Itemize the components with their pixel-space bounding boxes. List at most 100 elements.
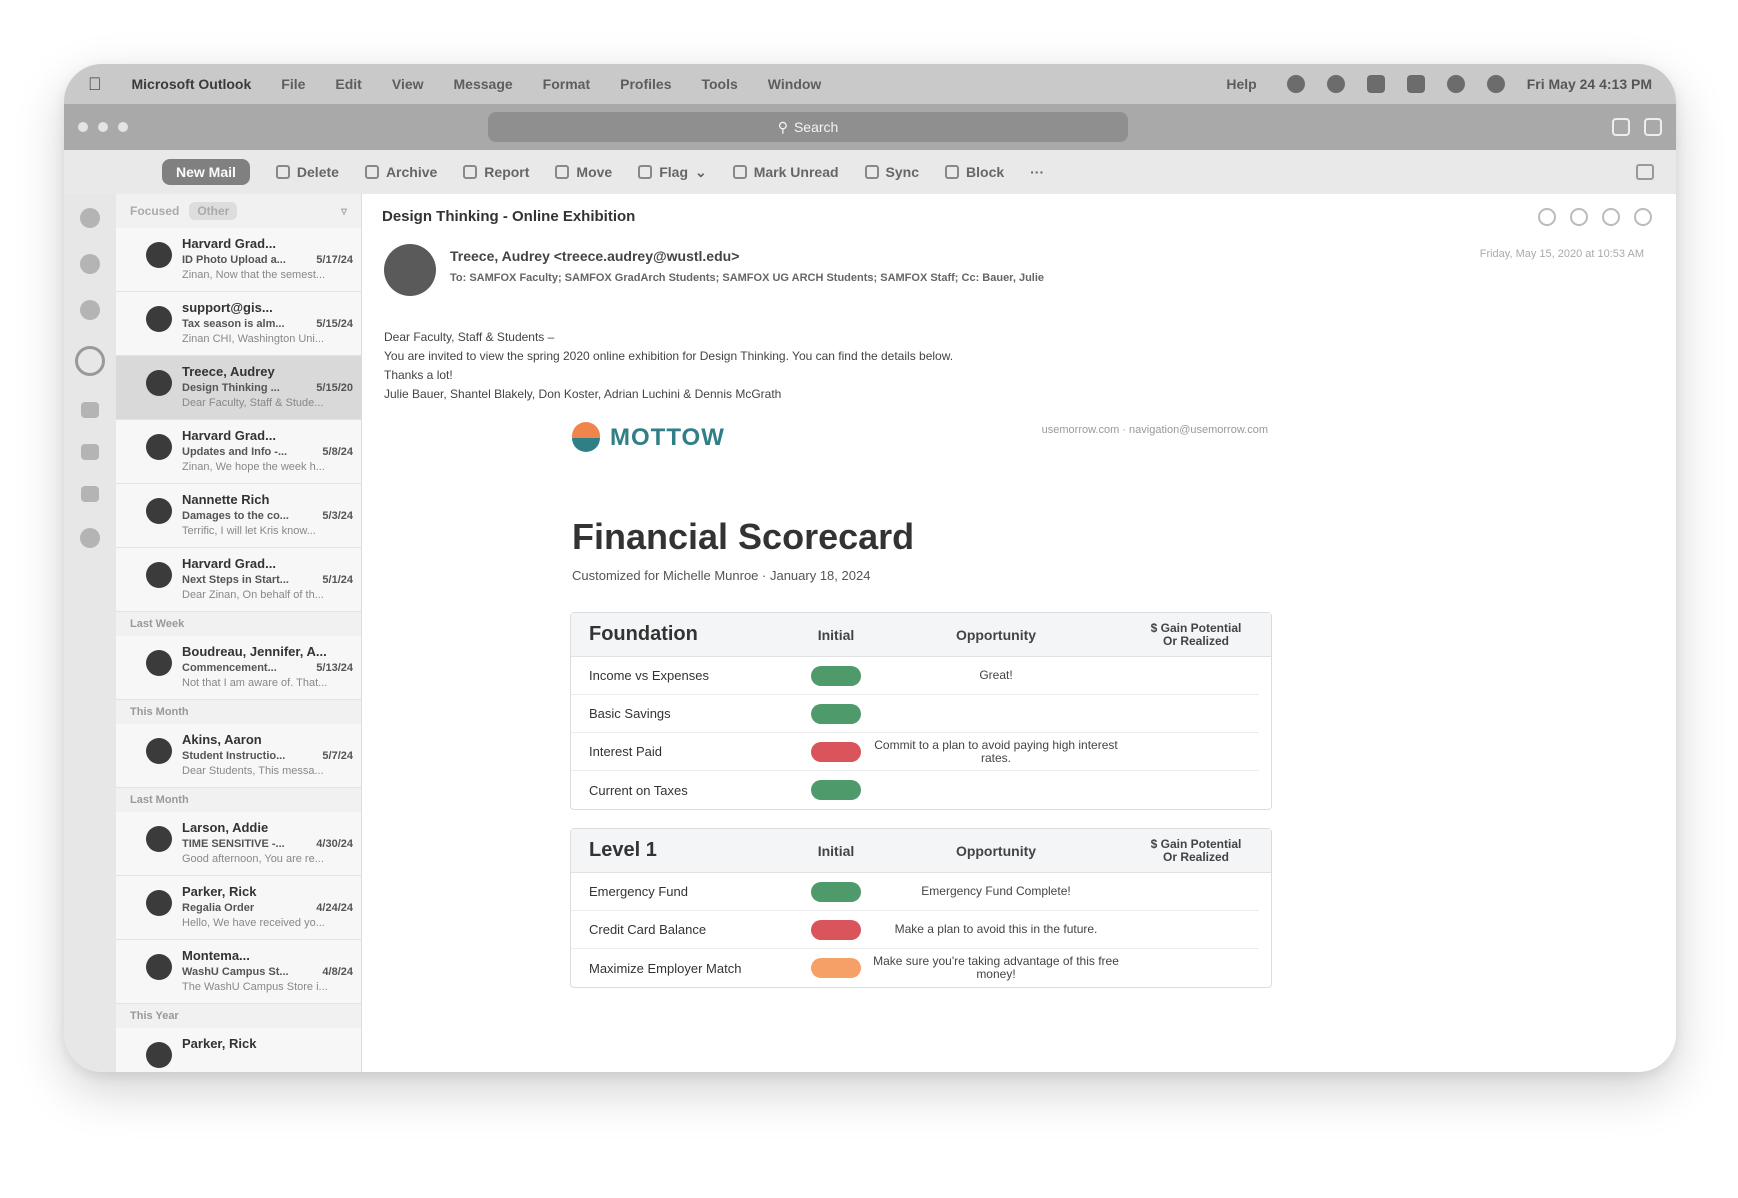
more-icon[interactable] [80,528,100,548]
mail-subject: Regalia Order [182,902,255,914]
status-app-icon[interactable] [1286,75,1305,93]
menu-help[interactable]: Help [1226,76,1256,92]
mail-sender: Boudreau, Jennifer, A... [182,644,327,659]
nav-rail [64,194,116,1072]
apple-icon[interactable]:  [88,74,102,95]
menu-profiles[interactable]: Profiles [620,76,671,92]
close-window-button[interactable] [78,122,88,132]
avatar [146,954,172,980]
calendar-icon[interactable] [81,444,99,460]
mail-date: 5/15/24 [316,318,353,330]
list-item[interactable]: Montema... WashU Campus St... 4/8/24 The … [116,940,361,1004]
sender-avatar[interactable] [384,244,436,296]
menu-file[interactable]: File [281,76,305,92]
row-name: Emergency Fund [589,884,688,899]
search-bar[interactable]: ⚲ Search [488,112,1128,142]
filter-icon[interactable]: ▿ [341,204,347,218]
column-opportunity: Opportunity [955,842,1037,859]
flag-label: Flag [659,164,688,180]
list-item[interactable]: Parker, Rick Regalia Order 4/24/24 Hello,… [116,876,361,940]
list-item[interactable]: Boudreau, Jennifer, A... Commencement...… [116,636,361,700]
mail-sender: Harvard Grad... [182,428,276,443]
email-subject: Design Thinking - Online Exhibition [382,208,636,225]
row-name: Credit Card Balance [589,922,707,937]
list-item[interactable]: Harvard Grad... Updates and Info -... 5/8… [116,420,361,484]
mark-unread-button[interactable]: Mark Unread [732,164,839,180]
reply-icon[interactable] [1570,208,1588,226]
emoji-icon[interactable] [1538,208,1556,226]
search-icon[interactable] [1486,75,1505,93]
sync-button[interactable]: Sync [864,164,919,180]
report-label: Report [484,164,530,180]
section-header: Level 1 Initial Opportunity $ Gain Poten… [571,829,1271,873]
tab-other[interactable]: Other [189,202,238,220]
mail-date: 5/7/24 [322,750,353,762]
section-title: Level 1 [589,839,657,861]
list-item[interactable]: Harvard Grad... Next Steps in Start... 5/… [116,548,361,612]
list-item[interactable]: support@gis... Tax season is alm... 5/15/… [116,292,361,356]
list-item-selected[interactable]: Treece, Audrey Design Thinking ... 5/15/2… [116,356,361,420]
move-button[interactable]: Move [555,164,612,180]
column-gain-line: Or Realized [1162,849,1230,864]
mail-sender: Harvard Grad... [182,236,276,251]
contacts-icon[interactable] [81,486,99,502]
mail-date: 5/17/24 [316,254,353,266]
battery-icon[interactable] [1406,75,1425,93]
mail-subject: Student Instructio... [182,750,286,762]
forward-icon[interactable] [1634,208,1652,226]
avatar [146,498,172,524]
archive-button[interactable]: Archive [364,164,437,180]
group-label-this-month: This Month [130,706,189,718]
mail-sender: support@gis... [182,300,273,315]
list-item[interactable]: Nannette Rich Damages to the co... 5/3/24… [116,484,361,548]
mail-preview: Hello, We have received yo... [182,917,325,929]
popout-icon[interactable] [1612,118,1630,136]
wifi-icon[interactable] [1446,75,1465,93]
menu-app-name[interactable]: Microsoft Outlook [132,76,252,92]
inbox-icon[interactable] [81,402,99,418]
menu-format[interactable]: Format [543,76,590,92]
report-button[interactable]: Report [463,164,529,180]
menu-message[interactable]: Message [454,76,513,92]
email-body-line: You are invited to view the spring 2020 … [384,349,954,363]
status-app-icon[interactable] [1326,75,1345,93]
reply-all-icon[interactable] [1602,208,1620,226]
mail-icon[interactable] [75,346,105,376]
chevron-down-icon[interactable]: ⌄ [695,164,707,181]
menu-edit[interactable]: Edit [335,76,361,92]
minimize-window-button[interactable] [98,122,108,132]
email-sender[interactable]: Treece, Audrey <treece.audrey@wustl.edu> [450,248,739,264]
home-icon[interactable] [80,254,100,274]
list-item[interactable]: Parker, Rick [116,1028,361,1072]
mail-date: 4/24/24 [316,902,353,914]
delete-button[interactable]: Delete [275,164,339,180]
tab-focused[interactable]: Focused [130,204,179,218]
zoom-window-button[interactable] [118,122,128,132]
more-actions-button[interactable]: ··· [1030,164,1044,180]
menu-window[interactable]: Window [768,76,822,92]
list-item[interactable]: Larson, Addie TIME SENSITIVE -... 4/30/24… [116,812,361,876]
account-avatar-icon[interactable] [80,208,100,228]
flag-button[interactable]: Flag ⌄ [638,164,707,181]
row-name: Basic Savings [589,706,671,721]
email-recipients[interactable]: To: SAMFOX Faculty; SAMFOX GradArch Stud… [450,272,1044,284]
menu-tools[interactable]: Tools [701,76,737,92]
outlook-window:  Microsoft Outlook File Edit View Messa… [64,64,1676,1072]
list-item[interactable]: Harvard Grad... ID Photo Upload a... 5/17… [116,228,361,292]
column-gain: $ Gain Potential Or Realized [1121,837,1271,864]
menubar-clock[interactable]: Fri May 24 4:13 PM [1527,76,1652,92]
status-app-icon[interactable] [1366,75,1385,93]
mail-preview: Dear Zinan, On behalf of th... [182,589,324,601]
block-button[interactable]: Block [945,164,1004,180]
layout-icon[interactable] [1636,164,1654,180]
new-mail-button[interactable]: New Mail [162,159,250,185]
people-icon[interactable] [80,300,100,320]
account-icon[interactable] [1644,118,1662,136]
status-pill [811,958,861,978]
brand-contact: usemorrow.com · navigation@usemorrow.com [1041,424,1268,436]
row-name: Income vs Expenses [589,668,709,683]
list-item[interactable]: Akins, Aaron Student Instructio... 5/7/24… [116,724,361,788]
menu-view[interactable]: View [392,76,424,92]
mail-date: 5/15/20 [316,382,353,394]
brand-name: MOTTOW [610,424,725,451]
